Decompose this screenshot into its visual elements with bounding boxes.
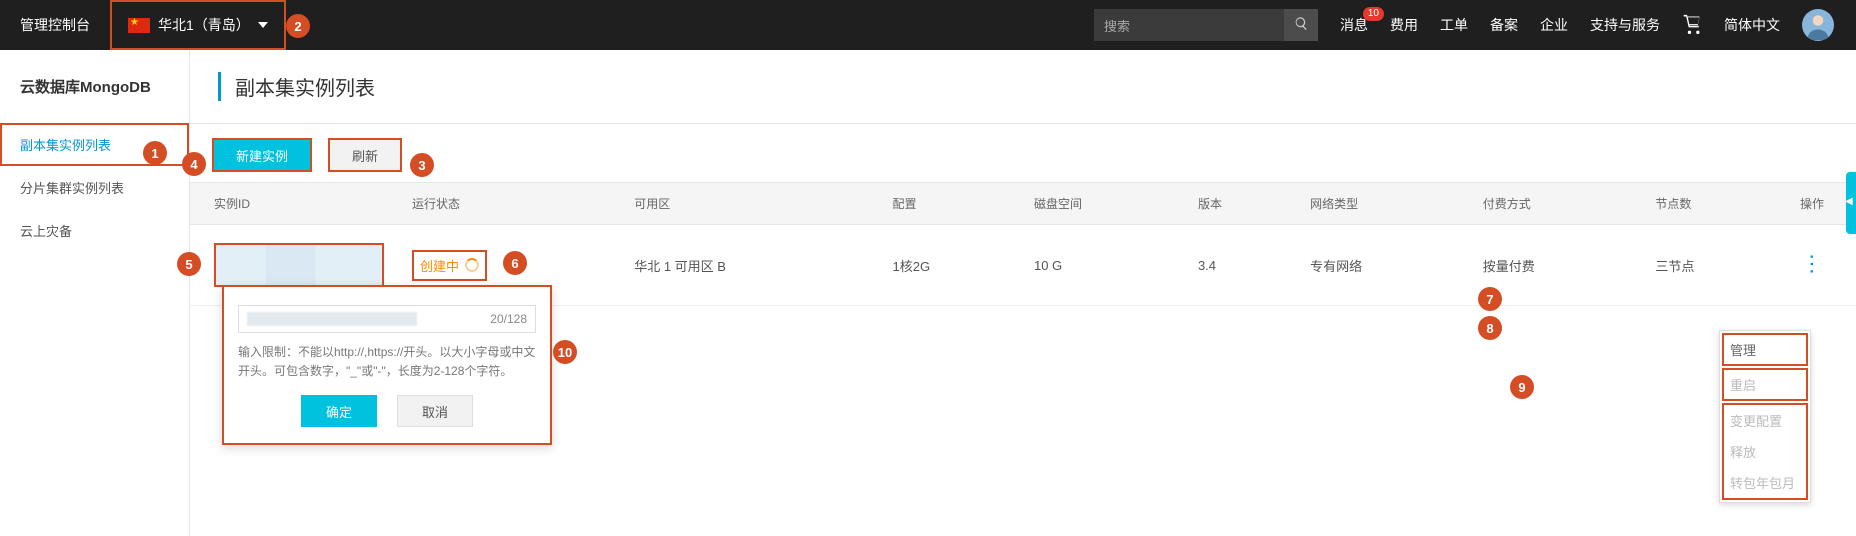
dropdown-manage[interactable]: 管理 xyxy=(1722,333,1808,366)
actions-dropdown: 管理 重启 变更配置 释放 转包年包月 xyxy=(1719,330,1811,503)
top-bar: 管理控制台 华北1（青岛） 搜索 消息 10 费用 工单 备案 企业 支持与服务… xyxy=(0,0,1856,50)
confirm-button[interactable]: 确定 xyxy=(301,395,377,427)
status-creating: 创建中 xyxy=(412,250,487,281)
callout-6: 6 xyxy=(503,251,527,275)
side-handle[interactable] xyxy=(1846,172,1856,234)
nav-tickets[interactable]: 工单 xyxy=(1440,15,1468,35)
top-nav: 消息 10 费用 工单 备案 企业 支持与服务 简体中文 xyxy=(1318,9,1856,41)
col-config: 配置 xyxy=(879,183,1020,225)
search-button[interactable] xyxy=(1284,9,1318,41)
cell-zone: 华北 1 可用区 B xyxy=(620,225,878,306)
callout-3: 3 xyxy=(410,153,434,177)
cell-disk: 10 G xyxy=(1020,225,1184,306)
col-disk: 磁盘空间 xyxy=(1020,183,1184,225)
nav-enterprise[interactable]: 企业 xyxy=(1540,15,1568,35)
sidebar-item-sharding[interactable]: 分片集群实例列表 xyxy=(0,166,189,209)
sidebar: 云数据库MongoDB 副本集实例列表 分片集群实例列表 云上灾备 xyxy=(0,50,190,536)
cell-version: 3.4 xyxy=(1184,225,1296,306)
cell-config: 1核2G xyxy=(879,225,1020,306)
callout-9: 9 xyxy=(1510,375,1534,399)
callout-2: 2 xyxy=(286,14,310,38)
callout-5: 5 xyxy=(177,252,201,276)
region-selector[interactable]: 华北1（青岛） xyxy=(110,0,286,50)
sidebar-item-dr[interactable]: 云上灾备 xyxy=(0,209,189,252)
page-title: 副本集实例列表 xyxy=(218,72,1828,101)
nav-support[interactable]: 支持与服务 xyxy=(1590,15,1660,35)
search-input[interactable]: 搜索 xyxy=(1094,9,1284,41)
page-title-bar: 副本集实例列表 xyxy=(190,50,1856,124)
callout-4: 4 xyxy=(182,152,206,176)
nav-icp[interactable]: 备案 xyxy=(1490,15,1518,35)
avatar[interactable] xyxy=(1802,9,1834,41)
more-actions-button[interactable]: ⋯ xyxy=(1799,253,1825,277)
callout-8: 8 xyxy=(1478,316,1502,340)
cancel-button[interactable]: 取消 xyxy=(397,395,473,427)
col-network: 网络类型 xyxy=(1296,183,1469,225)
dropdown-group-disabled: 变更配置 释放 转包年包月 xyxy=(1722,403,1808,500)
search-icon xyxy=(1294,16,1309,34)
refresh-button[interactable]: 刷新 xyxy=(328,138,402,172)
dropdown-restart[interactable]: 重启 xyxy=(1722,368,1808,401)
col-zone: 可用区 xyxy=(620,183,878,225)
action-row: 新建实例 刷新 xyxy=(190,124,1856,182)
console-title: 管理控制台 xyxy=(0,15,110,35)
nav-language[interactable]: 简体中文 xyxy=(1724,15,1780,35)
sidebar-product-title: 云数据库MongoDB xyxy=(0,50,189,123)
dropdown-release[interactable]: 释放 xyxy=(1724,436,1806,467)
flag-icon xyxy=(128,18,150,33)
callout-10: 10 xyxy=(553,340,577,364)
cell-network: 专有网络 xyxy=(1296,225,1469,306)
instance-id-link[interactable] xyxy=(214,243,384,287)
char-count: 20/128 xyxy=(490,312,527,326)
nav-billing[interactable]: 费用 xyxy=(1390,15,1418,35)
new-instance-button[interactable]: 新建实例 xyxy=(212,138,312,172)
nav-messages[interactable]: 消息 10 xyxy=(1340,15,1368,35)
col-nodes: 节点数 xyxy=(1641,183,1786,225)
rename-input[interactable] xyxy=(247,312,490,326)
nav-messages-label: 消息 xyxy=(1340,17,1368,33)
col-billing: 付费方式 xyxy=(1469,183,1642,225)
status-label: 创建中 xyxy=(420,256,459,275)
popover-actions: 确定 取消 xyxy=(238,395,536,427)
dropdown-to-subscription[interactable]: 转包年包月 xyxy=(1724,467,1806,498)
callout-1: 1 xyxy=(143,141,167,165)
col-instance-id: 实例ID xyxy=(190,183,398,225)
callout-7: 7 xyxy=(1478,287,1502,311)
dropdown-change-spec[interactable]: 变更配置 xyxy=(1724,405,1806,436)
rename-popover: 20/128 输入限制：不能以http://,https://开头。以大小字母或… xyxy=(222,285,552,445)
search-placeholder: 搜索 xyxy=(1104,16,1130,35)
cart-icon[interactable] xyxy=(1682,14,1702,37)
spinner-icon xyxy=(465,258,479,272)
messages-badge: 10 xyxy=(1363,7,1384,21)
region-label: 华北1（青岛） xyxy=(158,15,250,35)
search-wrap: 搜索 xyxy=(1094,9,1318,41)
chevron-down-icon xyxy=(258,22,268,28)
rename-hint: 输入限制：不能以http://,https://开头。以大小字母或中文开头。可包… xyxy=(238,343,536,381)
rename-input-row: 20/128 xyxy=(238,305,536,333)
col-version: 版本 xyxy=(1184,183,1296,225)
col-status: 运行状态 xyxy=(398,183,620,225)
cell-nodes: 三节点 xyxy=(1641,225,1786,306)
